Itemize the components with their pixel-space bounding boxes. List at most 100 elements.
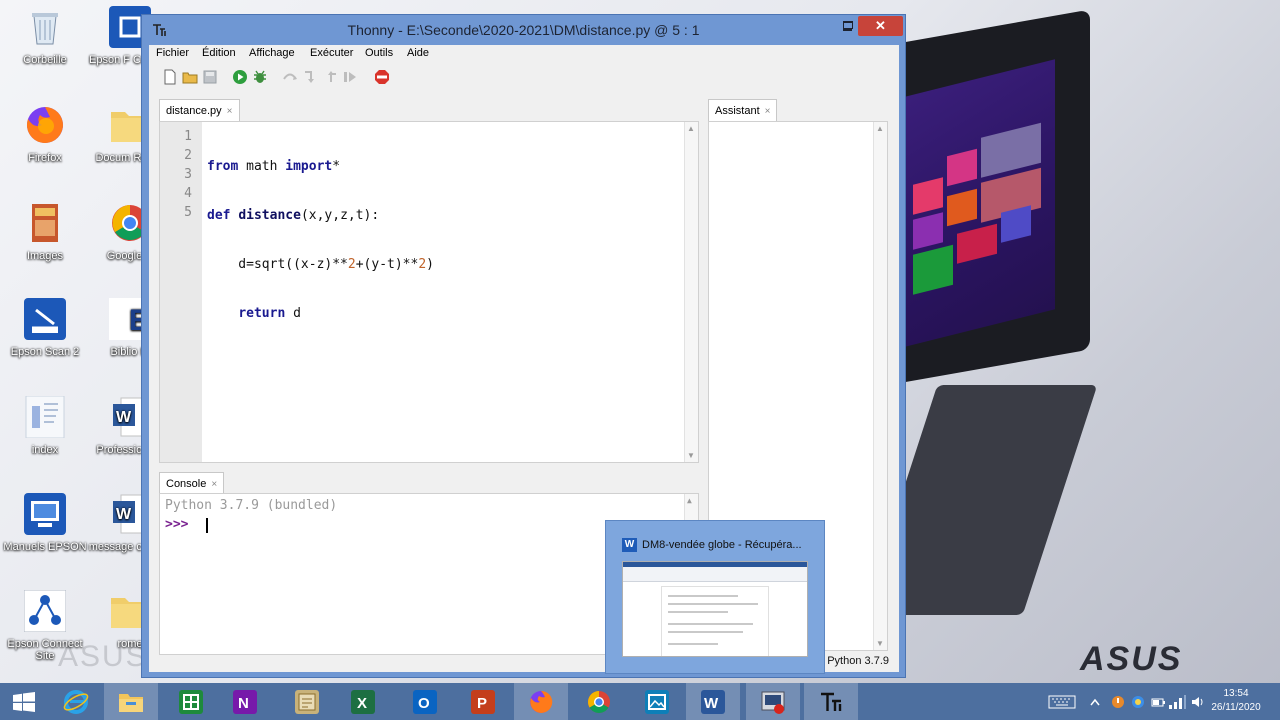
keyboard-icon[interactable] (1048, 695, 1076, 709)
interpreter-status[interactable]: Python 3.7.9 (827, 655, 889, 667)
word-window-preview[interactable]: W DM8-vendée globe - Récupéra... (605, 520, 825, 674)
thumbnail-text-line (668, 603, 758, 605)
scroll-up-icon[interactable]: ▲ (687, 124, 695, 133)
spreadsheet-app-icon (179, 690, 203, 714)
desktop-icon-label: index (31, 444, 59, 456)
desktop-icon-images[interactable]: Images (1, 202, 89, 262)
line-number-gutter: 1 2 3 4 5 (160, 122, 202, 462)
step-out-icon[interactable] (322, 69, 338, 85)
tab-close-icon[interactable]: × (765, 106, 771, 117)
menu-bar: Fichier Édition Affichage Exécuter Outil… (149, 45, 899, 63)
color-wheel-icon[interactable] (1130, 694, 1146, 710)
thonny-icon (821, 692, 842, 711)
tab-assistant[interactable]: Assistant × (708, 99, 778, 121)
thumbnail-text-line (668, 623, 753, 625)
step-over-icon[interactable] (282, 69, 298, 85)
word-icon: W (622, 538, 637, 552)
network-signal-icon[interactable] (1168, 694, 1186, 710)
stop-icon[interactable] (374, 69, 390, 85)
scroll-up-icon[interactable]: ▲ (687, 496, 692, 505)
line-number: 2 (184, 148, 192, 163)
code-line: def distance(x,y,z,t): (207, 208, 380, 223)
tab-label: Console (166, 478, 207, 490)
taskbar-firefox[interactable] (514, 683, 568, 720)
firefox-icon (530, 690, 553, 713)
assistant-scrollbar[interactable]: ▲ ▼ (873, 122, 887, 650)
menu-affichage[interactable]: Affichage (249, 47, 295, 59)
close-button[interactable]: ✕ (858, 16, 903, 36)
taskbar-clock[interactable]: 13:54 26/11/2020 (1206, 687, 1266, 715)
taskbar-chrome[interactable] (572, 683, 626, 720)
svg-text:W: W (116, 506, 132, 523)
scroll-down-icon[interactable]: ▼ (876, 639, 884, 648)
menu-outils[interactable]: Outils (365, 47, 393, 59)
desktop-icon-label: Epson Scan 2 (10, 346, 80, 358)
menu-fichier[interactable]: Fichier (156, 47, 189, 59)
power-icon[interactable] (1150, 694, 1166, 710)
taskbar-file-explorer[interactable] (104, 683, 158, 720)
desktop-icon-manuels-epson[interactable]: Manuels EPSON (1, 493, 89, 553)
security-status-icon[interactable] (1110, 694, 1126, 710)
taskbar-excel[interactable]: X (336, 683, 390, 720)
thumbnail-text-line (668, 595, 738, 597)
desktop-icon-epson-scan[interactable]: Epson Scan 2 (1, 298, 89, 358)
taskbar-thonny[interactable] (804, 683, 858, 720)
taskbar-outlook[interactable]: O (398, 683, 452, 720)
menu-edition[interactable]: Édition (202, 47, 236, 59)
screen-recorder-icon (761, 691, 785, 714)
menu-aide[interactable]: Aide (407, 47, 429, 59)
line-number: 1 (184, 129, 192, 144)
epson-manual-icon (24, 493, 66, 535)
debug-icon[interactable] (252, 69, 268, 85)
taskbar-internet-explorer[interactable] (50, 683, 104, 720)
console-banner: Python 3.7.9 (bundled) (165, 498, 338, 513)
powerpoint-icon: P (471, 690, 495, 714)
taskbar-onenote[interactable]: N (218, 683, 272, 720)
code-line: d=sqrt((x-z)**2+(y-t)**2) (207, 257, 434, 272)
start-button[interactable] (0, 683, 48, 720)
maximize-button[interactable] (843, 21, 853, 29)
tab-close-icon[interactable]: × (227, 106, 233, 117)
run-icon[interactable] (232, 69, 248, 85)
scanner-icon (24, 298, 66, 340)
editor-scrollbar[interactable]: ▲ ▼ (684, 122, 698, 462)
chrome-icon (588, 691, 610, 713)
resume-icon[interactable] (342, 69, 358, 85)
desktop-icon-recycle-bin[interactable]: Corbeille (1, 6, 89, 66)
line-number: 5 (184, 205, 192, 220)
tab-distance-py[interactable]: distance.py × (159, 99, 240, 121)
taskbar-word[interactable]: W (686, 683, 740, 720)
step-into-icon[interactable] (302, 69, 318, 85)
window-title: Thonny - E:\Seconde\2020-2021\DM\distanc… (347, 22, 700, 38)
new-file-icon[interactable] (162, 69, 178, 85)
scroll-up-icon[interactable]: ▲ (876, 124, 884, 133)
console-prompt: >>> (165, 517, 189, 532)
code-editor[interactable]: 1 2 3 4 5 from math import* def distance… (159, 121, 699, 463)
title-bar[interactable]: Thonny - E:\Seconde\2020-2021\DM\distanc… (142, 15, 905, 45)
tab-console[interactable]: Console × (159, 472, 225, 494)
thumbnail-text-line (668, 643, 718, 645)
taskbar-photo-app[interactable] (630, 683, 684, 720)
desktop-icon-epson-connect-site[interactable]: Epson Connect Site (1, 589, 89, 662)
tab-close-icon[interactable]: × (211, 479, 217, 490)
open-folder-icon[interactable] (182, 69, 198, 85)
desktop-icon-firefox[interactable]: Firefox (1, 104, 89, 164)
desktop-icon-label: Epson Connect Site (7, 638, 83, 662)
clock-date: 26/11/2020 (1211, 702, 1261, 713)
menu-executer[interactable]: Exécuter (310, 47, 353, 59)
internet-explorer-icon (63, 690, 89, 714)
desktop-icon-label: Corbeille (23, 54, 67, 66)
save-icon[interactable] (202, 69, 218, 85)
desktop-icon-label: Firefox (28, 152, 62, 164)
svg-text:W: W (704, 695, 719, 712)
chevron-up-icon[interactable] (1090, 698, 1100, 706)
taskbar-app-scroll[interactable] (280, 683, 334, 720)
taskbar-screen-recorder[interactable] (746, 683, 800, 720)
taskbar-app-green[interactable] (164, 683, 218, 720)
desktop-icon-index[interactable]: index (1, 395, 89, 456)
volume-icon[interactable] (1190, 694, 1206, 710)
scroll-down-icon[interactable]: ▼ (687, 451, 695, 460)
svg-text:N: N (238, 695, 249, 712)
taskbar-powerpoint[interactable]: P (456, 683, 510, 720)
windows-logo-icon (13, 692, 35, 712)
